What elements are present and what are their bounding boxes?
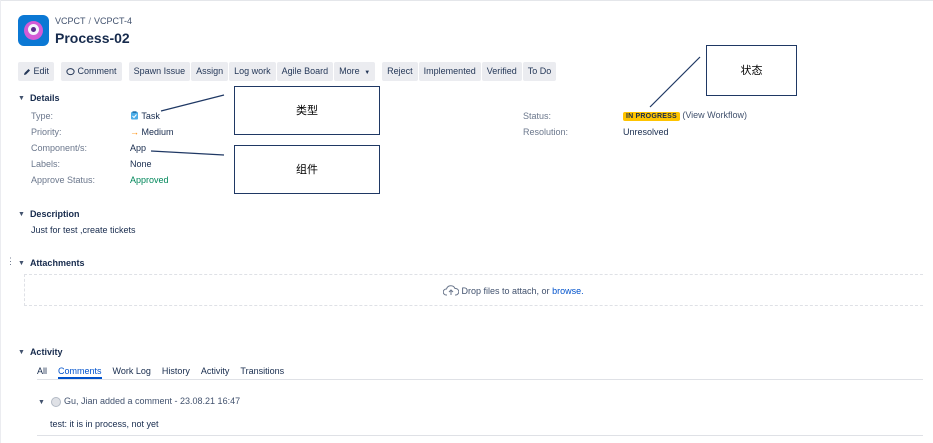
comment-divider bbox=[37, 435, 923, 436]
component-callout-line bbox=[150, 150, 225, 156]
attachments-section-title: Attachments bbox=[29, 258, 85, 268]
chevron-down-icon: ▼ bbox=[18, 349, 25, 356]
status-callout-box: 状态 bbox=[706, 45, 797, 96]
type-callout-line bbox=[160, 94, 225, 112]
component-callout-box: 组件 bbox=[234, 145, 380, 194]
description-section-title: Description bbox=[29, 209, 80, 219]
description-text[interactable]: Just for test ,create tickets bbox=[31, 225, 136, 235]
tab-comments[interactable]: Comments bbox=[58, 366, 102, 379]
tab-activity[interactable]: Activity bbox=[201, 366, 230, 379]
chevron-down-icon[interactable]: ▼ bbox=[38, 399, 45, 406]
activity-tabs: All Comments Work Log History Activity T… bbox=[37, 366, 295, 379]
description-section-header[interactable]: ▼ Description bbox=[18, 209, 79, 219]
status-callout-line bbox=[649, 56, 701, 108]
avatar[interactable] bbox=[51, 396, 62, 407]
activity-section-header[interactable]: ▼ Activity bbox=[18, 347, 62, 357]
activity-section-title: Activity bbox=[29, 347, 63, 357]
attachments-section-header[interactable]: ▼ Attachments bbox=[18, 258, 84, 268]
browse-link[interactable]: browse. bbox=[552, 286, 584, 296]
dropzone-text: Drop files to attach, or bbox=[461, 286, 550, 296]
drag-handle-icon[interactable]: ⋮ bbox=[6, 257, 15, 266]
tab-history[interactable]: History bbox=[162, 366, 190, 379]
comment-author-line: Gu, Jian added a comment - 23.08.21 16:4… bbox=[63, 396, 241, 406]
chevron-down-icon: ▼ bbox=[18, 260, 25, 267]
cloud-upload-icon bbox=[442, 285, 460, 296]
tab-transitions[interactable]: Transitions bbox=[240, 366, 284, 379]
type-callout-box: 类型 bbox=[234, 86, 380, 135]
dropzone-message: Drop files to attach, or browse. bbox=[442, 285, 584, 296]
tabs-divider bbox=[37, 379, 923, 380]
comment-header: ▼ Gu, Jian added a comment - 23.08.21 16… bbox=[38, 396, 240, 407]
tab-work-log[interactable]: Work Log bbox=[113, 366, 151, 379]
chevron-down-icon: ▼ bbox=[18, 211, 25, 218]
comment-body: test: it is in process, not yet bbox=[50, 419, 159, 429]
tab-all[interactable]: All bbox=[37, 366, 47, 379]
